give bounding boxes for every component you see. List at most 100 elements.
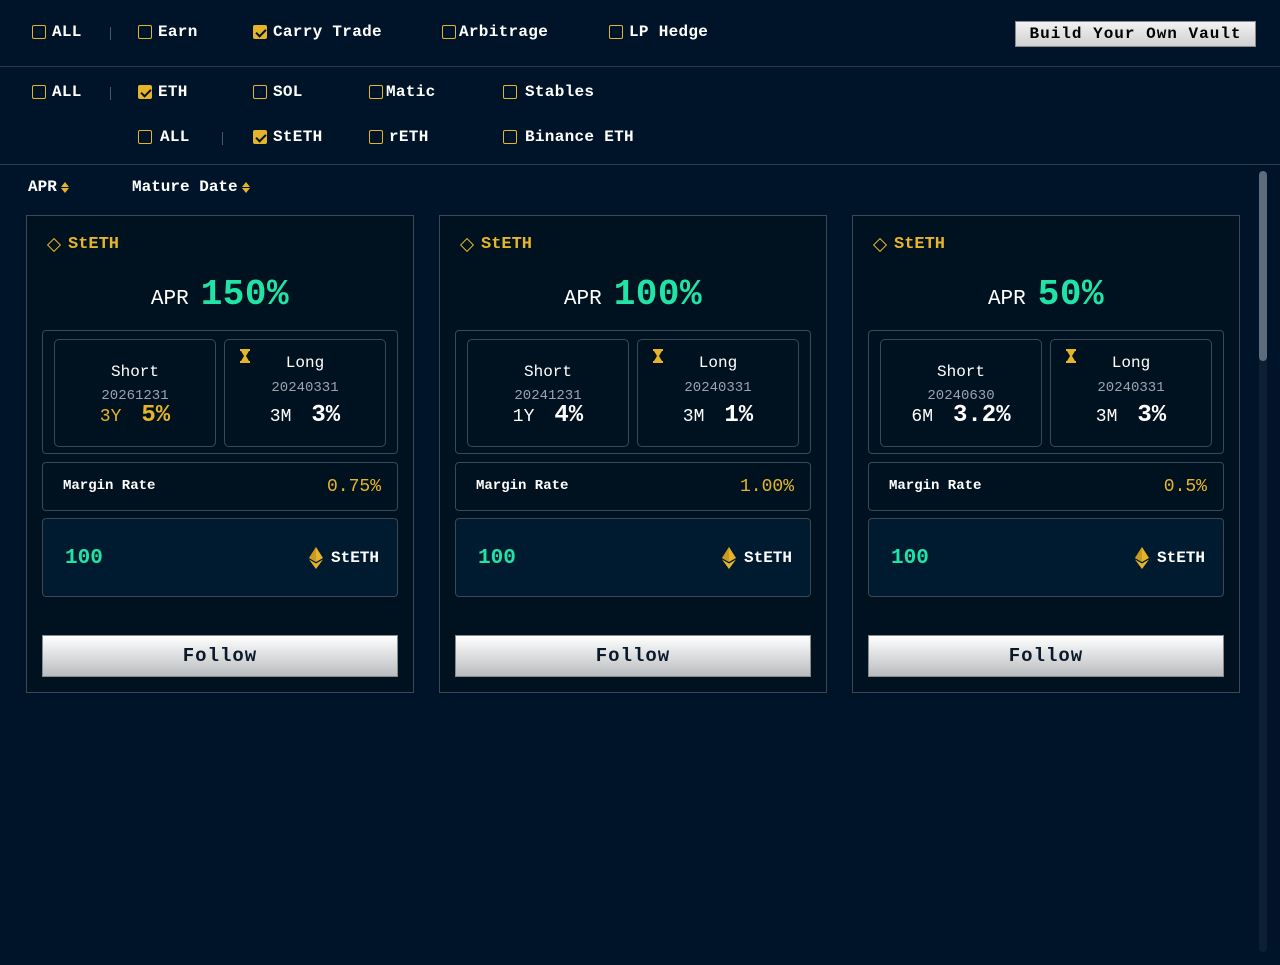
checkbox[interactable]: [609, 25, 623, 39]
margin-rate-label: Margin Rate: [476, 478, 569, 494]
sort-label: APR: [28, 178, 57, 196]
strategy-filter-earn[interactable]: Earn: [138, 23, 198, 41]
leg-title: Long: [698, 354, 738, 372]
leg-tenor: 1Y: [512, 407, 535, 427]
asset-filter-sol[interactable]: SOL: [253, 83, 303, 101]
margin-rate-box: Margin Rate 1.00%: [455, 462, 811, 511]
sort-label: Mature Date: [132, 178, 238, 196]
strategy-filter-lp-hedge[interactable]: LP Hedge: [609, 23, 708, 41]
asset-label: StETH: [68, 235, 120, 254]
amount-value[interactable]: 100: [891, 547, 929, 570]
checkbox[interactable]: [138, 85, 152, 99]
checkbox[interactable]: [503, 130, 517, 144]
follow-button[interactable]: Follow: [42, 635, 398, 677]
token: StETH: [721, 547, 792, 569]
sort-by-apr[interactable]: APR: [28, 178, 69, 196]
card-asset: StETH: [46, 235, 120, 254]
leg-rate: 3%: [311, 402, 341, 429]
amount-value[interactable]: 100: [478, 547, 516, 570]
leg-rate: 5%: [141, 402, 171, 429]
asset-filter-all[interactable]: ALL: [32, 83, 82, 101]
leg-values: 1Y 4%: [468, 402, 628, 429]
leg-title: Short: [523, 363, 572, 381]
leg-values: 3Y 5%: [55, 402, 215, 429]
follow-button[interactable]: Follow: [455, 635, 811, 677]
build-your-own-vault-button[interactable]: Build Your Own Vault: [1015, 21, 1256, 47]
leg-title: Long: [285, 354, 325, 372]
leg-tenor: 3M: [1095, 407, 1118, 427]
checkbox[interactable]: [138, 25, 152, 39]
margin-rate-box: Margin Rate 0.5%: [868, 462, 1224, 511]
ethereum-icon: [1134, 547, 1149, 569]
apr-line: APR 100%: [440, 274, 826, 315]
short-leg: Short 20241231 1Y 4%: [467, 339, 629, 447]
checkbox[interactable]: [253, 130, 267, 144]
checkbox[interactable]: [253, 85, 267, 99]
vault-card: StETH APR 50% Short 20240630 6M 3.2% Lon…: [852, 215, 1240, 693]
strategy-filter-all[interactable]: ALL: [32, 23, 82, 41]
short-leg: Short 20261231 3Y 5%: [54, 339, 216, 447]
sub-asset-filter-steth[interactable]: StETH: [253, 128, 323, 146]
asset-label: StETH: [481, 235, 533, 254]
vault-card: StETH APR 150% Short 20261231 3Y 5% Long…: [26, 215, 414, 693]
checkbox[interactable]: [369, 85, 383, 99]
diamond-icon: [872, 237, 888, 252]
filter-separator: [110, 87, 111, 100]
amount-input[interactable]: 100 StETH: [42, 518, 398, 597]
checkbox[interactable]: [138, 130, 152, 144]
ethereum-icon: [721, 547, 736, 569]
apr-line: APR 150%: [27, 274, 413, 315]
short-leg: Short 20240630 6M 3.2%: [880, 339, 1042, 447]
sub-asset-filter-all[interactable]: ALL: [138, 128, 190, 146]
strategy-filter-arbitrage[interactable]: Arbitrage: [442, 23, 548, 41]
apr-line: APR 50%: [853, 274, 1239, 315]
leg-tenor: 3M: [269, 407, 292, 427]
filter-label: LP Hedge: [629, 23, 709, 41]
leg-rate: 3.2%: [953, 402, 1011, 429]
ethereum-icon: [308, 547, 323, 569]
sub-asset-filter-binance-eth[interactable]: Binance ETH: [503, 128, 634, 146]
long-leg: Long 20240331 3M 1%: [637, 339, 799, 447]
filter-label: Carry Trade: [273, 23, 382, 41]
leg-title: Short: [936, 363, 985, 381]
apr-label: APR: [987, 288, 1026, 311]
leg-values: 6M 3.2%: [881, 402, 1041, 429]
token: StETH: [308, 547, 379, 569]
checkbox[interactable]: [32, 85, 46, 99]
filter-label: StETH: [273, 128, 323, 146]
token-label: StETH: [330, 549, 379, 567]
leg-tenor: 6M: [911, 407, 933, 427]
checkbox[interactable]: [369, 130, 383, 144]
margin-rate-value: 0.5%: [1163, 477, 1207, 497]
checkbox[interactable]: [503, 85, 517, 99]
scrollbar-thumb[interactable]: [1259, 171, 1267, 361]
diamond-icon: [46, 237, 62, 252]
leg-rate: 1%: [724, 402, 754, 429]
amount-input[interactable]: 100 StETH: [868, 518, 1224, 597]
amount-value[interactable]: 100: [65, 547, 103, 570]
sort-by-mature-date[interactable]: Mature Date: [132, 178, 250, 196]
follow-button[interactable]: Follow: [868, 635, 1224, 677]
margin-rate-label: Margin Rate: [889, 478, 982, 494]
checkbox[interactable]: [442, 25, 456, 39]
leg-date: 20240331: [1097, 380, 1165, 396]
long-leg: Long 20240331 3M 3%: [1050, 339, 1212, 447]
checkbox[interactable]: [253, 25, 267, 39]
asset-filter-matic[interactable]: Matic: [369, 83, 436, 101]
leg-tenor: 3Y: [99, 407, 122, 427]
leg-title: Long: [1111, 354, 1151, 372]
sub-asset-filter-reth[interactable]: rETH: [369, 128, 429, 146]
asset-filter-stables[interactable]: Stables: [503, 83, 594, 101]
filter-label: ALL: [160, 128, 190, 146]
margin-rate-label: Margin Rate: [63, 478, 156, 494]
long-leg: Long 20240331 3M 3%: [224, 339, 386, 447]
scrollbar[interactable]: [1259, 171, 1267, 952]
legs-box: Short 20240630 6M 3.2% Long 20240331 3M …: [868, 330, 1224, 454]
divider: [0, 66, 1280, 67]
amount-input[interactable]: 100 StETH: [455, 518, 811, 597]
checkbox[interactable]: [32, 25, 46, 39]
token-label: StETH: [743, 549, 792, 567]
leg-date: 20240331: [271, 380, 339, 396]
asset-filter-eth[interactable]: ETH: [138, 83, 188, 101]
strategy-filter-carry-trade[interactable]: Carry Trade: [253, 23, 382, 41]
